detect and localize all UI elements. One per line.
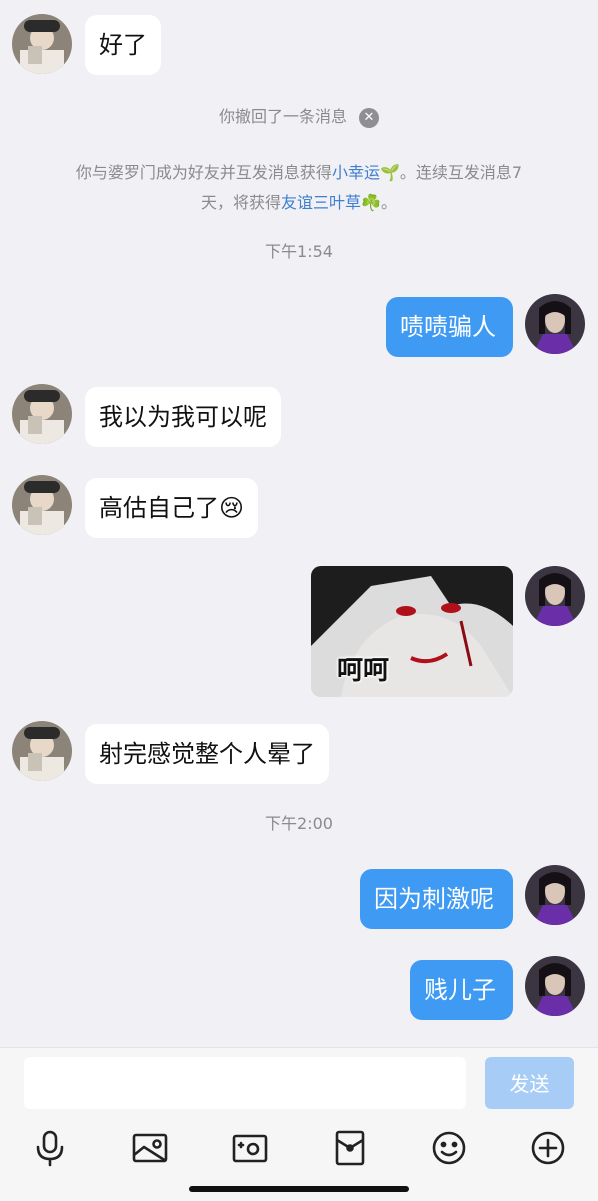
contact-avatar[interactable]	[12, 384, 72, 444]
recall-notice: 你撤回了一条消息 ✕	[0, 104, 598, 130]
recall-notice-text: 你撤回了一条消息	[218, 107, 347, 126]
my-avatar[interactable]	[525, 566, 585, 626]
plus-icon[interactable]	[528, 1128, 568, 1168]
home-indicator[interactable]	[189, 1186, 409, 1192]
microphone-icon[interactable]	[30, 1128, 70, 1168]
emoji-icon[interactable]	[429, 1128, 469, 1168]
red-packet-icon[interactable]	[330, 1128, 370, 1168]
friend-notice-text-4: 。	[380, 193, 397, 212]
message-bubble-incoming[interactable]: 好了	[85, 15, 161, 75]
message-bubble-outgoing[interactable]: 因为刺激呢	[360, 869, 513, 929]
lucky-link[interactable]: 小幸运🌱	[332, 163, 400, 182]
sticker-caption: 呵呵	[337, 656, 390, 686]
input-bar: 发送	[0, 1047, 598, 1201]
timestamp: 下午2:00	[265, 814, 333, 833]
friend-notice-text-1: 你与婆罗门成为好友并互发消息获得	[75, 163, 332, 182]
chat-area: 好了 你撤回了一条消息 ✕ 你与婆罗门成为好友并互发消息获得小幸运🌱。连续互发消息…	[0, 0, 598, 1047]
message-bubble-incoming[interactable]: 我以为我可以呢	[85, 387, 281, 447]
sticker-image[interactable]: 呵呵	[311, 566, 513, 697]
my-avatar[interactable]	[525, 956, 585, 1016]
message-bubble-outgoing[interactable]: 啧啧骗人	[386, 297, 513, 357]
camera-icon[interactable]	[230, 1128, 270, 1168]
clover-link[interactable]: 友谊三叶草☘️	[281, 193, 381, 212]
close-icon[interactable]: ✕	[359, 107, 379, 128]
message-bubble-incoming[interactable]: 高估自己了😢	[85, 478, 259, 538]
contact-avatar[interactable]	[12, 721, 72, 781]
my-avatar[interactable]	[525, 294, 585, 354]
friend-notice: 你与婆罗门成为好友并互发消息获得小幸运🌱。连续互发消息7 天，将获得友谊三叶草☘️…	[0, 158, 598, 218]
message-bubble-outgoing[interactable]: 贱儿子	[410, 960, 513, 1020]
image-icon[interactable]	[130, 1128, 170, 1168]
friend-notice-text-3: 天，将获得	[201, 193, 282, 212]
friend-notice-text-2: 。连续互发消息7	[399, 163, 523, 182]
send-button[interactable]: 发送	[485, 1057, 574, 1109]
contact-avatar[interactable]	[12, 14, 72, 74]
timestamp: 下午1:54	[265, 242, 333, 261]
message-bubble-incoming[interactable]: 射完感觉整个人晕了	[85, 724, 329, 784]
contact-avatar[interactable]	[12, 475, 72, 535]
my-avatar[interactable]	[525, 865, 585, 925]
message-input[interactable]	[24, 1057, 466, 1109]
